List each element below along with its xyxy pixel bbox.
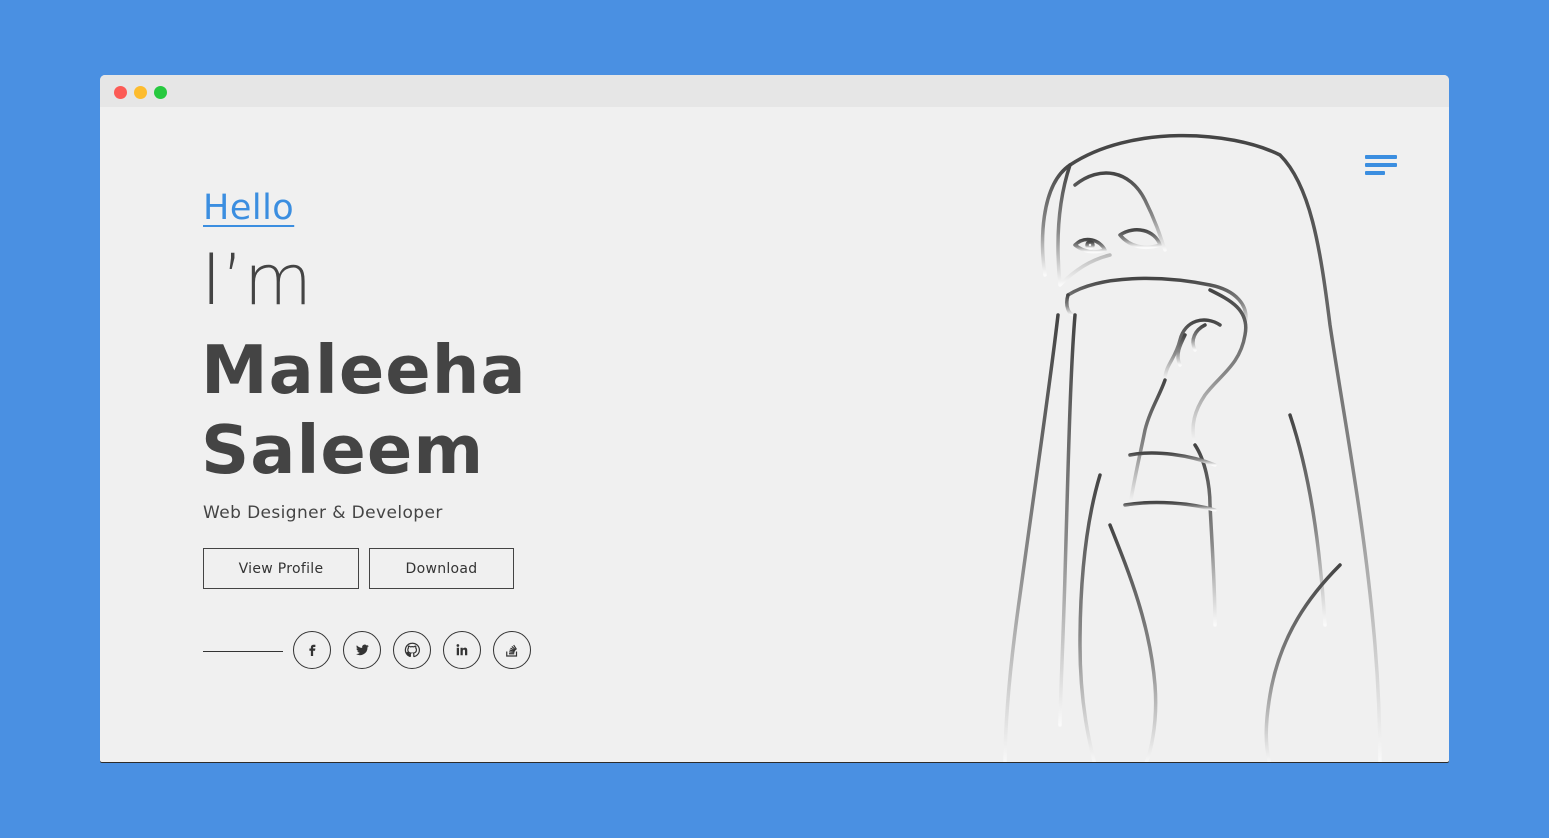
browser-window: Hello I’m Maleeha Saleem Web Designer & … bbox=[100, 75, 1449, 762]
download-button[interactable]: Download bbox=[369, 548, 514, 589]
linkedin-icon[interactable] bbox=[443, 631, 481, 669]
github-icon[interactable] bbox=[393, 631, 431, 669]
twitter-icon[interactable] bbox=[343, 631, 381, 669]
intro-text: I’m bbox=[201, 239, 313, 321]
hello-link[interactable]: Hello bbox=[203, 191, 294, 226]
name-first: Maleeha bbox=[201, 331, 527, 409]
hijab-woman-illustration bbox=[1003, 133, 1382, 762]
name-last: Saleem bbox=[201, 411, 485, 489]
view-profile-button[interactable]: View Profile bbox=[203, 548, 359, 589]
social-divider bbox=[203, 651, 283, 652]
facebook-icon[interactable] bbox=[293, 631, 331, 669]
maximize-window-button[interactable] bbox=[154, 86, 167, 99]
minimize-window-button[interactable] bbox=[134, 86, 147, 99]
stackoverflow-icon[interactable] bbox=[493, 631, 531, 669]
close-window-button[interactable] bbox=[114, 86, 127, 99]
person-name: Maleeha Saleem bbox=[201, 330, 527, 490]
window-titlebar bbox=[100, 75, 1449, 107]
role-subtitle: Web Designer & Developer bbox=[203, 503, 443, 523]
